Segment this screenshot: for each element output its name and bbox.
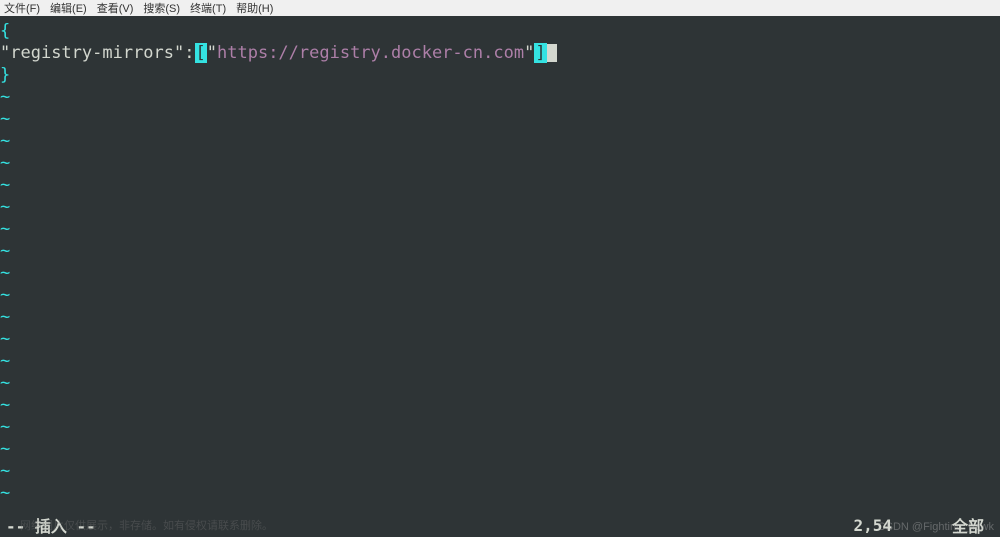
json-key: registry-mirrors	[10, 43, 174, 63]
cursor	[547, 44, 557, 62]
empty-line: ~	[0, 306, 1000, 328]
menu-file[interactable]: 文件(F)	[4, 0, 40, 16]
empty-line: ~	[0, 86, 1000, 108]
empty-line: ~	[0, 460, 1000, 482]
empty-line: ~	[0, 438, 1000, 460]
editor-area[interactable]: { "registry-mirrors":["https://registry.…	[0, 16, 1000, 513]
brace-open: {	[0, 21, 10, 41]
empty-line: ~	[0, 328, 1000, 350]
empty-line: ~	[0, 416, 1000, 438]
code-line-2: "registry-mirrors":["https://registry.do…	[0, 42, 1000, 64]
menubar: 文件(F) 编辑(E) 查看(V) 搜索(S) 终端(T) 帮助(H)	[0, 0, 1000, 16]
code-line-3: }	[0, 64, 1000, 86]
json-quote: "	[0, 43, 10, 63]
empty-line: ~	[0, 174, 1000, 196]
menu-terminal[interactable]: 终端(T)	[190, 0, 226, 16]
empty-line: ~	[0, 108, 1000, 130]
brace-close: }	[0, 65, 10, 85]
empty-line: ~	[0, 152, 1000, 174]
empty-line: ~	[0, 284, 1000, 306]
bracket-open: [	[195, 43, 207, 63]
watermark-disclaimer: 网络图片仅供展示，非存储。如有侵权请联系删除。	[20, 517, 273, 533]
empty-line: ~	[0, 130, 1000, 152]
empty-line: ~	[0, 372, 1000, 394]
menu-edit[interactable]: 编辑(E)	[50, 0, 87, 16]
json-url: https://registry.docker-cn.com	[217, 43, 524, 63]
json-quote: "	[207, 43, 217, 63]
empty-line: ~	[0, 240, 1000, 262]
json-quote: "	[524, 43, 534, 63]
json-colon: :	[184, 43, 194, 63]
empty-line: ~	[0, 196, 1000, 218]
bracket-close: ]	[534, 43, 546, 63]
json-quote: "	[174, 43, 184, 63]
watermark-csdn: CSDN @Fighting_hawk	[878, 521, 994, 533]
code-line-1: {	[0, 20, 1000, 42]
menu-view[interactable]: 查看(V)	[97, 0, 134, 16]
empty-line: ~	[0, 394, 1000, 416]
menu-search[interactable]: 搜索(S)	[143, 0, 180, 16]
empty-line: ~	[0, 262, 1000, 284]
empty-line: ~	[0, 350, 1000, 372]
menu-help[interactable]: 帮助(H)	[236, 0, 273, 16]
empty-line: ~	[0, 482, 1000, 504]
empty-line: ~	[0, 218, 1000, 240]
